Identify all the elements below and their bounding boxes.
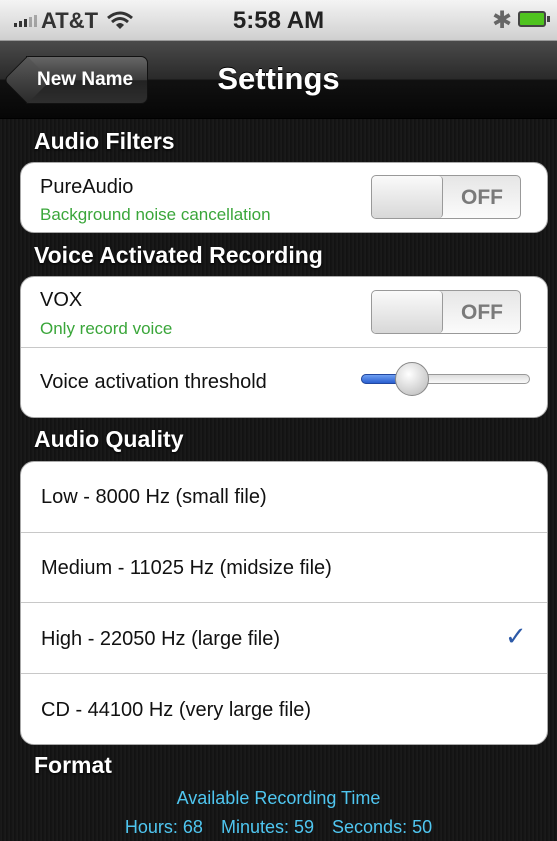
- slider-thumb[interactable]: [395, 362, 429, 396]
- audio-quality-group: Low - 8000 Hz (small file) ✓ Medium - 11…: [20, 461, 548, 745]
- toggle-knob: [372, 176, 443, 218]
- back-button-label: New Name: [37, 69, 134, 90]
- status-time: 5:58 AM: [232, 7, 325, 34]
- battery-icon: [518, 11, 550, 27]
- back-button[interactable]: New Name: [26, 56, 149, 104]
- audio-filters-group: PureAudio Background noise cancellation …: [20, 162, 548, 233]
- bluetooth-icon: ✱: [492, 6, 513, 34]
- voice-activated-group: VOX Only record voice OFF Voice activati…: [20, 276, 548, 418]
- quality-option-medium[interactable]: Medium - 11025 Hz (midsize file) ✓: [21, 532, 547, 602]
- threshold-label: Voice activation threshold: [40, 371, 267, 393]
- vox-subtitle: Only record voice: [40, 319, 173, 338]
- quality-option-low[interactable]: Low - 8000 Hz (small file) ✓: [21, 462, 547, 532]
- toggle-knob: [372, 291, 443, 333]
- threshold-row: Voice activation threshold: [21, 347, 547, 417]
- quality-option-label: CD - 44100 Hz (very large file): [41, 699, 312, 721]
- hours-value: Hours: 68: [124, 817, 203, 837]
- page-title: Settings: [217, 61, 340, 96]
- available-recording-time-title: Available Recording Time: [176, 788, 381, 808]
- checkmark-icon: ✓: [505, 622, 527, 652]
- quality-option-cd[interactable]: CD - 44100 Hz (very large file) ✓: [21, 673, 547, 744]
- voice-threshold-slider[interactable]: [361, 362, 530, 396]
- pureaudio-row: PureAudio Background noise cancellation …: [21, 163, 547, 232]
- pureaudio-subtitle: Background noise cancellation: [40, 205, 271, 224]
- section-header-audio-filters: Audio Filters: [34, 128, 175, 154]
- seconds-value: Seconds: 50: [332, 817, 433, 837]
- pureaudio-label: PureAudio: [40, 176, 134, 198]
- navigation-bar: New Name Settings: [0, 41, 557, 119]
- quality-option-label: High - 22050 Hz (large file): [41, 628, 280, 650]
- section-header-format: Format: [34, 752, 112, 778]
- status-bar: AT&T 5:58 AM ✱: [0, 0, 557, 41]
- available-recording-time-values: Hours: 68 Minutes: 59 Seconds: 50: [0, 817, 557, 838]
- vox-label: VOX: [40, 289, 83, 311]
- section-header-voice-activated: Voice Activated Recording: [34, 242, 323, 268]
- minutes-value: Minutes: 59: [220, 817, 315, 837]
- toggle-state-label: OFF: [461, 186, 503, 209]
- quality-option-high[interactable]: High - 22050 Hz (large file) ✓: [21, 602, 547, 673]
- section-header-audio-quality: Audio Quality: [34, 426, 184, 452]
- pureaudio-toggle[interactable]: OFF: [371, 175, 521, 219]
- quality-option-label: Medium - 11025 Hz (midsize file): [41, 557, 332, 579]
- vox-toggle[interactable]: OFF: [371, 290, 521, 334]
- settings-screen: AT&T 5:58 AM ✱ New Name Settings Audio F…: [0, 0, 557, 841]
- toggle-state-label: OFF: [461, 301, 503, 324]
- quality-option-label: Low - 8000 Hz (small file): [41, 486, 267, 508]
- vox-row: VOX Only record voice OFF: [21, 277, 547, 347]
